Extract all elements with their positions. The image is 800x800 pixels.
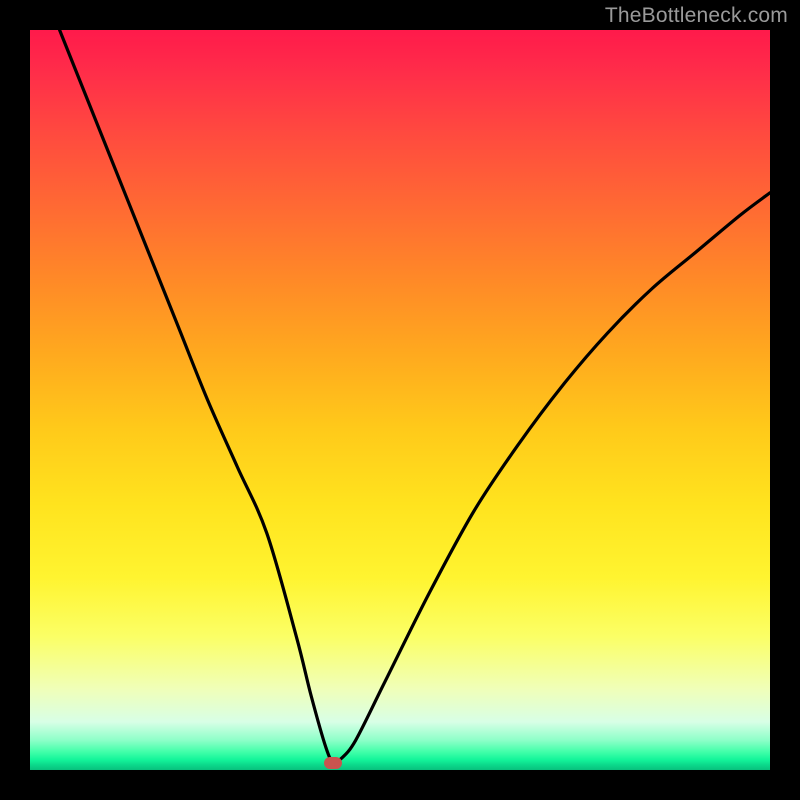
bottleneck-curve — [30, 30, 770, 770]
plot-area — [30, 30, 770, 770]
chart-stage: TheBottleneck.com — [0, 0, 800, 800]
curve-path — [60, 30, 770, 763]
minimum-marker — [324, 757, 342, 769]
watermark-text: TheBottleneck.com — [605, 4, 788, 28]
